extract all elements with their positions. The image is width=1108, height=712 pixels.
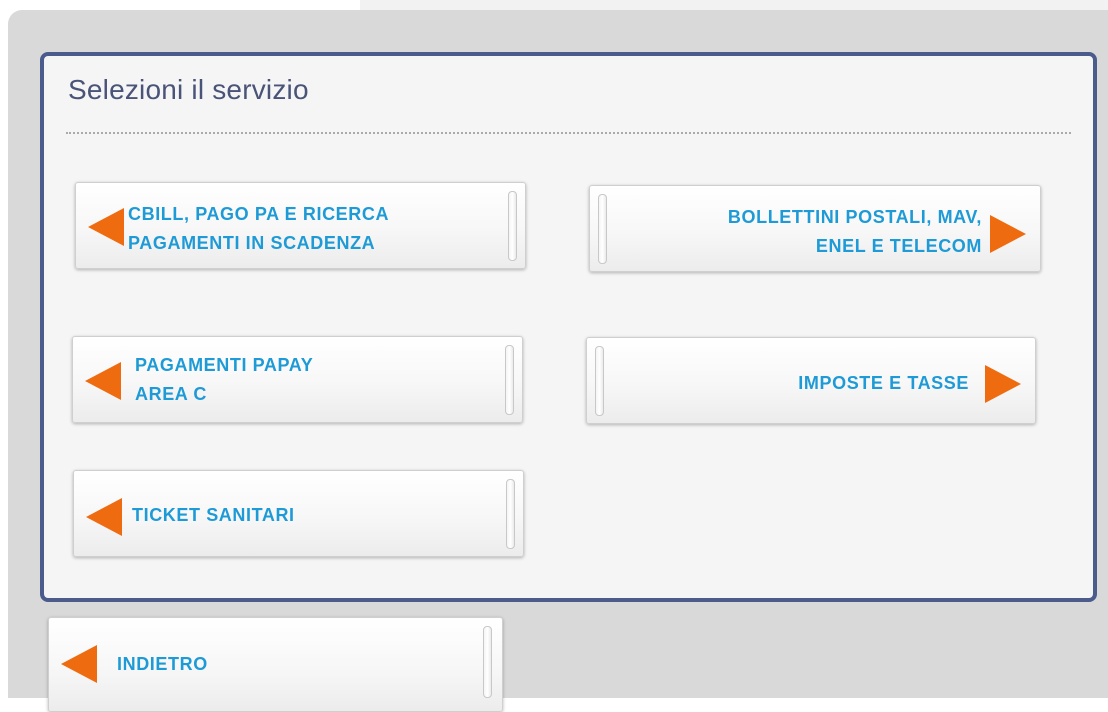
arrow-left-icon	[86, 498, 122, 536]
arrow-left-icon	[88, 208, 124, 246]
pagamenti-papay-label: PAGAMENTI PAPAY AREA C	[135, 355, 314, 404]
ticket-sanitari-label: TICKET SANITARI	[132, 505, 295, 525]
arrow-left-icon	[61, 645, 97, 683]
ticket-sanitari-button[interactable]: TICKET SANITARI	[73, 470, 524, 557]
dotted-divider	[66, 132, 1071, 134]
arrow-left-icon	[85, 362, 121, 400]
bollettini-postali-label: BOLLETTINI POSTALI, MAV, ENEL E TELECOM	[727, 207, 982, 256]
top-strip	[360, 0, 1108, 10]
button-grip	[598, 194, 607, 264]
arrow-right-icon	[985, 365, 1021, 403]
imposte-tasse-label: IMPOSTE E TASSE	[798, 373, 969, 393]
button-grip	[508, 191, 517, 261]
cbill-pagopa-button[interactable]: CBILL, PAGO PA E RICERCA PAGAMENTI IN SC…	[75, 182, 526, 269]
cbill-pagopa-label: CBILL, PAGO PA E RICERCA PAGAMENTI IN SC…	[128, 204, 390, 253]
button-grip	[483, 626, 492, 698]
panel-title: Selezioni il servizio	[68, 74, 309, 105]
pagamenti-papay-button[interactable]: PAGAMENTI PAPAY AREA C	[72, 336, 523, 423]
button-grip	[506, 479, 515, 549]
arrow-right-icon	[990, 215, 1026, 253]
button-grip	[505, 345, 514, 415]
back-label: INDIETRO	[117, 654, 208, 674]
button-grip	[595, 346, 604, 416]
bollettini-postali-button[interactable]: BOLLETTINI POSTALI, MAV, ENEL E TELECOM	[589, 185, 1041, 272]
imposte-tasse-button[interactable]: IMPOSTE E TASSE	[586, 337, 1036, 424]
